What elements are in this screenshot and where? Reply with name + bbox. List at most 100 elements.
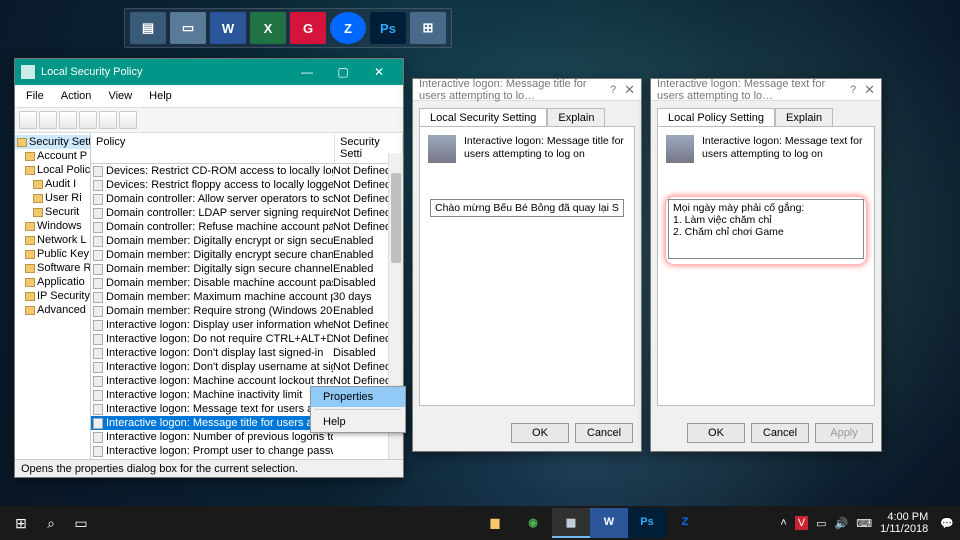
ctx-help[interactable]: Help (311, 412, 405, 432)
tree-node[interactable]: Audit I (15, 177, 90, 191)
tree-node[interactable]: User Ri (15, 191, 90, 205)
policy-row[interactable]: Domain member: Digitally sign secure cha… (91, 262, 403, 276)
task-word[interactable]: W (590, 508, 628, 538)
clock[interactable]: 4:00 PM 1/11/2018 (880, 511, 928, 535)
tree-node[interactable]: IP Security (15, 289, 90, 303)
taskbar: ⊞ ⌕ ▭ ▆ ◉ ▦ W Ps Z ˄ V ▭ 🔊 ⌨ 4:00 PM 1/1… (0, 506, 960, 540)
task-zalo[interactable]: Z (666, 508, 704, 538)
ok-button[interactable]: OK (511, 423, 569, 443)
titlebar[interactable]: Interactive logon: Message text for user… (651, 79, 881, 101)
dock-icon[interactable]: ▭ (170, 12, 206, 44)
help-icon[interactable]: ? (850, 84, 856, 96)
help-icon[interactable]: ? (610, 84, 616, 96)
task-ps[interactable]: Ps (628, 508, 666, 538)
task-chrome[interactable]: ◉ (514, 508, 552, 538)
tree-node[interactable]: Account P (15, 149, 90, 163)
garena-icon[interactable]: G (290, 12, 326, 44)
task-secpol[interactable]: ▦ (552, 508, 590, 538)
scrollbar-thumb[interactable] (391, 173, 401, 263)
tab-explain[interactable]: Explain (775, 108, 833, 127)
back-icon[interactable] (19, 111, 37, 129)
tree-node[interactable]: Software R (15, 261, 90, 275)
refresh-icon[interactable] (99, 111, 117, 129)
cancel-button[interactable]: Cancel (575, 423, 633, 443)
close-button[interactable]: ✕ (361, 59, 397, 85)
tray-lang-icon[interactable]: ⌨ (856, 517, 872, 530)
close-icon[interactable]: ✕ (624, 82, 635, 98)
menu-help[interactable]: Help (142, 88, 179, 104)
folder-icon (25, 152, 35, 161)
policy-row[interactable]: Domain member: Digitally encrypt secure … (91, 248, 403, 262)
policy-row[interactable]: Domain member: Digitally encrypt or sign… (91, 234, 403, 248)
message-text-dialog: Interactive logon: Message text for user… (650, 78, 882, 452)
policy-row[interactable]: Interactive logon: Don't display last si… (91, 346, 403, 360)
policy-row[interactable]: Devices: Restrict CD-ROM access to local… (91, 164, 403, 178)
maximize-button[interactable]: ▢ (325, 59, 361, 85)
tree-node[interactable]: Windows (15, 219, 90, 233)
export-icon[interactable] (79, 111, 97, 129)
policy-row[interactable]: Interactive logon: Don't display usernam… (91, 360, 403, 374)
menu-view[interactable]: View (101, 88, 139, 104)
policy-row[interactable]: Domain controller: Allow server operator… (91, 192, 403, 206)
titlebar[interactable]: Local Security Policy — ▢ ✕ (15, 59, 403, 85)
policy-row[interactable]: Domain member: Require strong (Windows 2… (91, 304, 403, 318)
tree-node[interactable]: Securit (15, 205, 90, 219)
policy-row[interactable]: Devices: Restrict floppy access to local… (91, 178, 403, 192)
taskview-icon[interactable]: ▭ (66, 509, 96, 537)
word-icon[interactable]: W (210, 12, 246, 44)
forward-icon[interactable] (39, 111, 57, 129)
cancel-button[interactable]: Cancel (751, 423, 809, 443)
tab-panel: Interactive logon: Message title for use… (419, 126, 635, 406)
col-policy[interactable]: Policy (91, 133, 335, 163)
message-title-input[interactable] (430, 199, 624, 217)
close-icon[interactable]: ✕ (864, 82, 875, 98)
tree-node[interactable]: Local Polici (15, 163, 90, 177)
list-header[interactable]: Policy Security Setti (91, 133, 403, 164)
help-icon[interactable] (119, 111, 137, 129)
start-button[interactable]: ⊞ (6, 509, 36, 537)
policy-row[interactable]: Domain member: Disable machine account p… (91, 276, 403, 290)
folder-icon (25, 250, 35, 259)
tree-node[interactable]: Applicatio (15, 275, 90, 289)
minimize-button[interactable]: — (289, 59, 325, 85)
ctx-properties[interactable]: Properties (311, 387, 405, 407)
menu-file[interactable]: File (19, 88, 51, 104)
folder-icon (25, 236, 35, 245)
menu-action[interactable]: Action (54, 88, 99, 104)
tab-local-policy[interactable]: Local Policy Setting (657, 108, 775, 127)
tree-node[interactable]: Public Key (15, 247, 90, 261)
photoshop-icon[interactable]: Ps (370, 12, 406, 44)
policy-row[interactable]: Interactive logon: Do not require CTRL+A… (91, 332, 403, 346)
tray-app-icon[interactable]: V (795, 516, 808, 530)
ok-button[interactable]: OK (687, 423, 745, 443)
policy-row[interactable]: Interactive logon: Display user informat… (91, 318, 403, 332)
tray-volume-icon[interactable]: 🔊 (835, 517, 849, 530)
apply-button[interactable]: Apply (815, 423, 873, 443)
tray-network-icon[interactable]: ▭ (816, 517, 826, 530)
dock-icon[interactable]: ▤ (130, 12, 166, 44)
titlebar[interactable]: Interactive logon: Message title for use… (413, 79, 641, 101)
tree-node[interactable]: Network L (15, 233, 90, 247)
tab-explain[interactable]: Explain (547, 108, 605, 127)
policy-row[interactable]: Interactive logon: Prompt user to change… (91, 444, 403, 458)
dock-icon[interactable]: ⊞ (410, 12, 446, 44)
up-icon[interactable] (59, 111, 77, 129)
policy-icon (93, 222, 103, 233)
tree-node[interactable]: Advanced (15, 303, 90, 317)
notifications-icon[interactable]: 💬 (940, 517, 954, 530)
task-explorer[interactable]: ▆ (476, 508, 514, 538)
policy-row[interactable]: Domain member: Maximum machine account p… (91, 290, 403, 304)
status-bar: Opens the properties dialog box for the … (15, 459, 403, 477)
tray-chevron-icon[interactable]: ˄ (780, 517, 786, 529)
excel-icon[interactable]: X (250, 12, 286, 44)
zalo-icon[interactable]: Z (330, 12, 366, 44)
dialog-title: Interactive logon: Message text for user… (657, 78, 850, 102)
policy-row[interactable]: Domain controller: Refuse machine accoun… (91, 220, 403, 234)
search-icon[interactable]: ⌕ (36, 509, 66, 537)
tab-local-security[interactable]: Local Security Setting (419, 108, 547, 127)
nav-tree[interactable]: Security SettiAccount PLocal PoliciAudit… (15, 133, 91, 469)
message-text-input[interactable] (668, 199, 864, 259)
date: 1/11/2018 (880, 523, 928, 535)
tree-node[interactable]: Security Setti (15, 135, 90, 149)
policy-row[interactable]: Domain controller: LDAP server signing r… (91, 206, 403, 220)
